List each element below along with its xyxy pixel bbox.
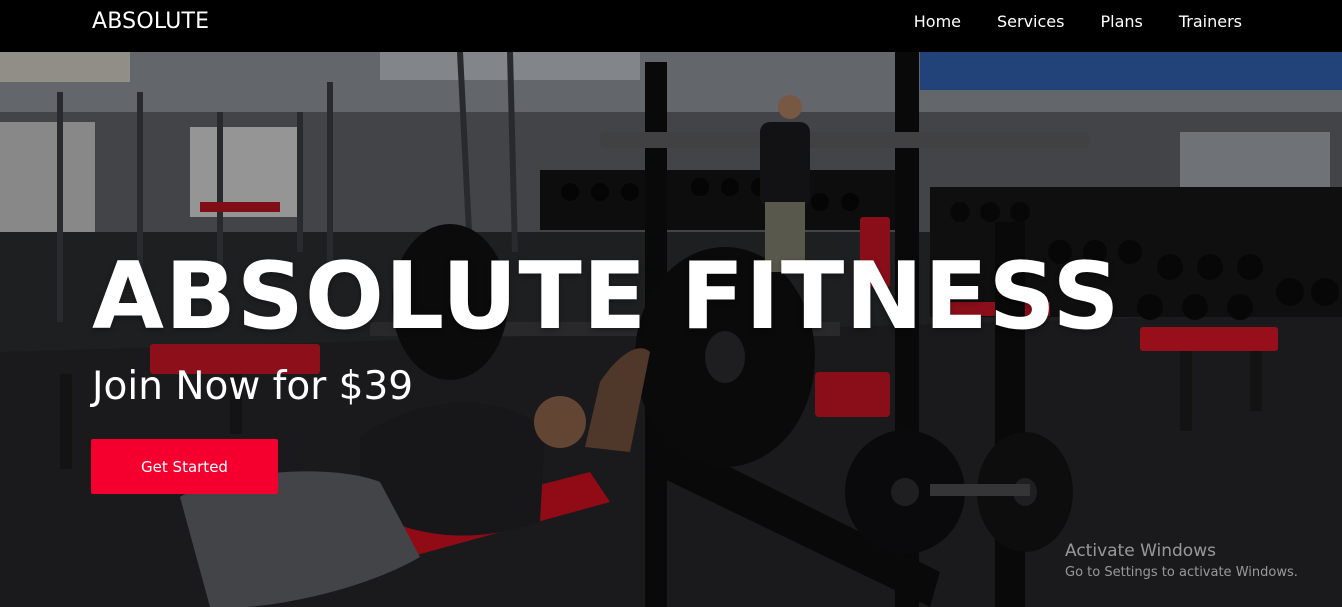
watermark-title: Activate Windows (1065, 541, 1216, 561)
page: ABSOLUTE Home Services Plans Trainers AB… (0, 0, 1342, 607)
nav-link-home[interactable]: Home (914, 12, 961, 31)
nav-link-services[interactable]: Services (997, 12, 1064, 31)
hero-title: ABSOLUTE FITNESS (92, 242, 1121, 350)
get-started-button[interactable]: Get Started (91, 439, 278, 494)
navbar: ABSOLUTE Home Services Plans Trainers (0, 0, 1342, 52)
nav-links: Home Services Plans Trainers (914, 12, 1242, 31)
nav-link-plans[interactable]: Plans (1100, 12, 1142, 31)
nav-link-trainers[interactable]: Trainers (1179, 12, 1242, 31)
brand-logo[interactable]: ABSOLUTE (92, 9, 209, 34)
watermark-subtitle: Go to Settings to activate Windows. (1065, 565, 1298, 581)
activate-windows-watermark: Activate Windows Go to Settings to activ… (1065, 541, 1298, 580)
hero-subtitle: Join Now for $39 (92, 364, 414, 409)
hero-section: ABSOLUTE FITNESS Join Now for $39 Get St… (0, 52, 1342, 607)
